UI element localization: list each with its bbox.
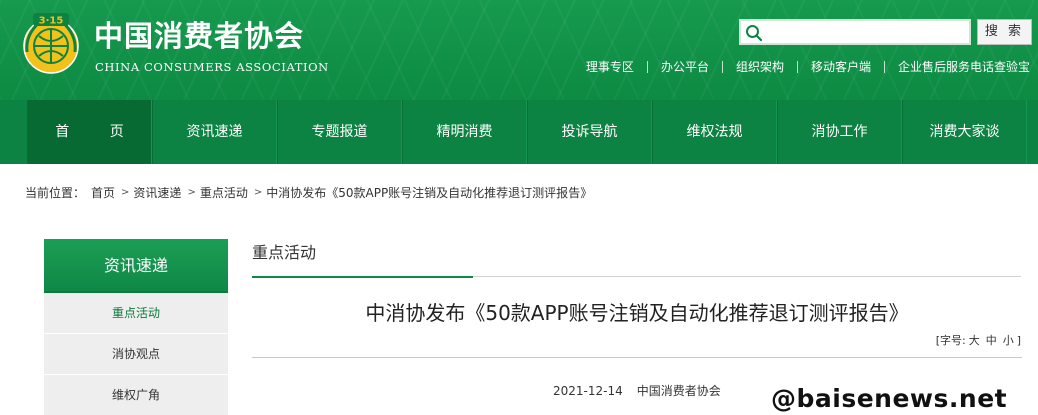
- sidebar-title: 资讯速递: [44, 239, 228, 293]
- top-link-mobile-client[interactable]: 移动客户端: [798, 58, 884, 76]
- logo-text: 3·15: [39, 16, 64, 27]
- cca-logo-icon[interactable]: 3·15: [19, 12, 83, 78]
- breadcrumb-current-article: 中消协发布《50款APP账号注销及自动化推荐退订测评报告》: [266, 186, 593, 200]
- site-header: 3·15 中国消费者协会 CHINA CONSUMERS ASSOCIATION…: [0, 0, 1038, 100]
- sidebar-menu: 重点活动 消协观点 维权广角: [44, 293, 228, 415]
- font-size-close-bracket: ]: [1016, 334, 1021, 347]
- search-box: [739, 19, 971, 45]
- article-divider: [252, 357, 1022, 358]
- breadcrumb-prefix: 当前位置：: [25, 186, 86, 200]
- breadcrumb-home[interactable]: 首页: [91, 184, 115, 202]
- top-links: 理事专区 办公平台 组织架构 移动客户端 企业售后服务电话查验宝: [573, 58, 1030, 76]
- chevron-right-icon: >: [187, 187, 196, 198]
- article-title: 中消协发布《50款APP账号注销及自动化推荐退订测评报告》: [365, 301, 909, 325]
- font-size-large[interactable]: 大: [966, 333, 983, 349]
- sidebar-item-key-events[interactable]: 重点活动: [44, 293, 228, 334]
- nav-item-home[interactable]: 首 页: [27, 100, 152, 164]
- brand-name-en: CHINA CONSUMERS ASSOCIATION: [95, 60, 329, 74]
- font-size-medium[interactable]: 中: [983, 333, 1000, 349]
- search-button[interactable]: 搜 索: [977, 19, 1032, 45]
- nav-item-consumer-talk[interactable]: 消费大家谈: [902, 100, 1027, 164]
- sidebar-item-rights-angle[interactable]: 维权广角: [44, 375, 228, 415]
- nav-item-complaint-guide[interactable]: 投诉导航: [527, 100, 652, 164]
- nav-item-special-reports[interactable]: 专题报道: [277, 100, 402, 164]
- search-input[interactable]: [767, 22, 967, 42]
- chevron-right-icon: >: [253, 187, 263, 198]
- top-link-council-zone[interactable]: 理事专区: [573, 58, 647, 76]
- article-meta: 2021-12-14 中国消费者协会: [553, 383, 721, 399]
- top-link-service-hotline-check[interactable]: 企业售后服务电话查验宝: [885, 58, 1030, 76]
- nav-item-rights-regulations[interactable]: 维权法规: [652, 100, 777, 164]
- chevron-right-icon: >: [121, 187, 130, 198]
- brand-name-cn: 中国消费者协会: [94, 19, 305, 53]
- article-source: 中国消费者协会: [636, 384, 721, 398]
- nav-item-smart-consumption[interactable]: 精明消费: [402, 100, 527, 164]
- breadcrumb-news[interactable]: 资讯速递: [133, 184, 181, 202]
- search-icon: [746, 25, 763, 42]
- top-link-office-platform[interactable]: 办公平台: [648, 58, 722, 76]
- font-size-switcher: [字号: 大 中 小 ]: [936, 333, 1021, 349]
- breadcrumb: 当前位置： 首页 > 资讯速递 > 重点活动 > 中消协发布《50款APP账号注…: [25, 184, 598, 202]
- article-date: 2021-12-14: [553, 384, 623, 398]
- section-divider: [473, 276, 1021, 277]
- top-link-organization[interactable]: 组织架构: [723, 58, 797, 76]
- nav-item-association-work[interactable]: 消协工作: [777, 100, 902, 164]
- font-size-small[interactable]: 小: [1000, 333, 1017, 349]
- watermark-text: @baisenews.net: [771, 384, 1008, 413]
- section-title: 重点活动: [252, 242, 473, 278]
- main-nav: 首 页 资讯速递 专题报道 精明消费 投诉导航 维权法规 消协工作 消费大家谈: [0, 100, 1038, 164]
- nav-item-news[interactable]: 资讯速递: [152, 100, 277, 164]
- font-size-label: [字号:: [935, 334, 966, 347]
- breadcrumb-key-events[interactable]: 重点活动: [200, 184, 248, 202]
- sidebar-item-cca-views[interactable]: 消协观点: [44, 334, 228, 375]
